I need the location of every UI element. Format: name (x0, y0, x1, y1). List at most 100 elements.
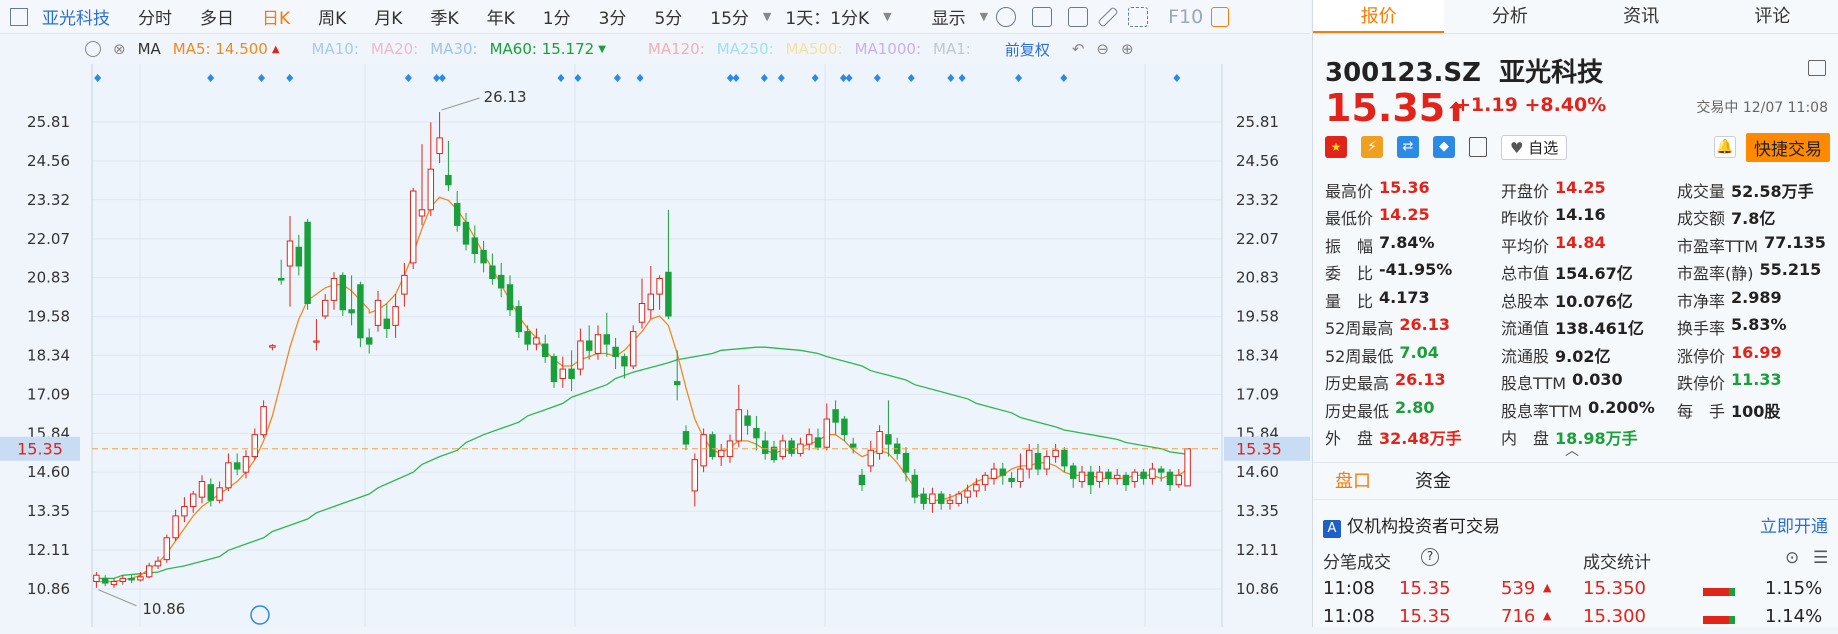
tab-quote[interactable]: 报价 (1313, 0, 1445, 33)
tab-analysis[interactable]: 分析 (1444, 0, 1575, 33)
quote-value: 14.84 (1555, 232, 1606, 252)
expand-icon[interactable]: ︿ (1565, 440, 1579, 460)
quote-label: 流通值 (1501, 319, 1550, 339)
down-arrow-icon: ▼ (598, 43, 606, 55)
open-link[interactable]: 立即开通 (1760, 512, 1828, 538)
quote-value: 2.989 (1731, 287, 1782, 307)
price-change: +1.19 +8.40% (1455, 94, 1606, 116)
quote-value: 14.25 (1555, 177, 1606, 197)
quote-cell: 总市值 154.67亿 (1501, 260, 1677, 284)
pencil-icon[interactable] (1097, 5, 1119, 28)
candle-body (471, 237, 479, 255)
quote-label: 总股本 (1501, 291, 1550, 311)
tab-daily-k[interactable]: 日K (262, 4, 290, 29)
shuffle-icon[interactable]: ⇄ (1397, 136, 1419, 158)
fullscreen-icon[interactable] (1128, 6, 1149, 27)
trade-price: 15.35 (1399, 606, 1451, 627)
undo-icon[interactable]: ↶ (1072, 40, 1085, 58)
bookmark-icon[interactable] (1469, 137, 1487, 157)
quote-value: 138.461亿 (1555, 319, 1644, 339)
china-flag-icon[interactable]: ★ (1325, 136, 1347, 158)
stat-percent: 1.15% (1765, 578, 1823, 599)
tab-5min[interactable]: 5分 (654, 4, 682, 29)
collapse-icon[interactable] (1808, 60, 1826, 76)
y-tick-label-left: 19.58 (27, 308, 70, 326)
bell-icon[interactable]: 🔔 (1714, 136, 1736, 158)
follow-button[interactable]: ♥ 自选 (1501, 134, 1568, 160)
tab-comments[interactable]: 评论 (1707, 0, 1838, 33)
quote-row: 52周最高 26.13 流通值 138.461亿 换手率 5.83% (1325, 314, 1830, 342)
candle-body (462, 221, 470, 245)
zoom-in-icon[interactable]: ⊕ (1121, 40, 1134, 58)
quick-trade-button[interactable]: 快捷交易 (1746, 132, 1830, 162)
y-tick-label-right: 17.09 (1236, 385, 1279, 403)
quote-cell: 跌停价 11.33 (1677, 370, 1830, 394)
quote-cell: 成交量 52.58万手 (1677, 178, 1830, 202)
tab-multiday[interactable]: 多日 (200, 4, 234, 29)
trade-time: 11:08 (1323, 578, 1375, 599)
period-select[interactable]: 1天：1分K (785, 4, 869, 29)
candle-body (1017, 468, 1024, 483)
chevron-down-icon[interactable]: ▼ (883, 10, 891, 23)
lightning-icon[interactable]: ⚡ (1361, 136, 1383, 158)
close-icon[interactable]: ⊗ (113, 40, 126, 58)
layout-icon[interactable] (10, 7, 28, 26)
candle-body (1087, 471, 1095, 486)
ma-label[interactable]: MA (138, 40, 161, 58)
camera-icon[interactable] (1068, 6, 1089, 27)
f10-button[interactable]: F10 (1168, 6, 1203, 28)
y-tick-label-right: 24.56 (1236, 152, 1279, 170)
tab-news[interactable]: 资讯 (1576, 0, 1707, 33)
chevron-down-icon[interactable]: ▼ (763, 10, 771, 23)
tab-funds[interactable]: 资金 (1393, 463, 1473, 499)
more-icon[interactable]: ⊙ (1785, 548, 1799, 568)
zoom-out-icon[interactable]: ⊖ (1096, 40, 1109, 58)
panel-toggle-icon[interactable] (1211, 6, 1230, 27)
display-menu[interactable]: 显示 (932, 4, 966, 29)
candle-body (453, 203, 461, 226)
y-tick-label-right: 14.60 (1236, 463, 1279, 481)
candle-body (1096, 471, 1103, 483)
candle-body (524, 331, 531, 345)
tab-3min[interactable]: 3分 (599, 4, 627, 29)
candle-body (735, 409, 743, 442)
kline-chart[interactable]: 25.81 25.81 24.56 24.56 23.32 23.32 22.07 22.07… (0, 64, 1310, 627)
stock-code: 300123.SZ (1325, 58, 1481, 88)
tab-1min[interactable]: 1分 (543, 4, 571, 29)
candle-body (568, 368, 575, 379)
tab-intraday[interactable]: 分时 (138, 4, 172, 29)
gear-icon[interactable] (85, 41, 101, 57)
quote-value: 7.84% (1379, 232, 1435, 252)
quote-cell: 涨停价 16.99 (1677, 343, 1830, 367)
kline-svg[interactable]: 25.81 25.81 24.56 24.56 23.32 23.32 22.07 22.07… (0, 64, 1310, 627)
trade-row: 11:08 15.35 716 ▲ 15.300 1.14% (1323, 606, 1823, 634)
adjust-select[interactable]: 前复权 (1005, 39, 1050, 60)
quote-label: 股息率TTM (1501, 401, 1583, 421)
stock-name-link[interactable]: 亚光科技 (42, 4, 110, 29)
ticks-title: 分笔成交 (1323, 553, 1391, 573)
tab-orderbook[interactable]: 盘口 (1313, 463, 1393, 499)
candle-body (181, 506, 188, 517)
candle-body (559, 368, 567, 379)
y-tick-label-left: 12.11 (27, 541, 70, 559)
stat-price: 15.300 (1583, 606, 1646, 627)
tag-icon[interactable]: ◆ (1433, 136, 1455, 158)
candle-body (154, 560, 162, 567)
tab-yearly-k[interactable]: 年K (487, 4, 515, 29)
tab-quarterly-k[interactable]: 季K (430, 4, 458, 29)
quote-row: 历史最高 26.13 股息TTM 0.030 跌停价 11.33 (1325, 369, 1830, 397)
chevron-down-icon[interactable]: ▼ (980, 10, 988, 23)
tab-monthly-k[interactable]: 月K (374, 4, 402, 29)
quote-label: 每 手 (1677, 401, 1726, 421)
box-select-icon[interactable] (1032, 6, 1053, 27)
quote-label: 涨停价 (1677, 346, 1726, 366)
candle-body (198, 481, 206, 498)
ma20-label: MA20: (370, 40, 419, 58)
quote-row: 量 比 4.173 总股本 10.076亿 市净率 2.989 (1325, 286, 1830, 314)
help-icon[interactable]: ? (1421, 548, 1439, 566)
tab-weekly-k[interactable]: 周K (318, 4, 346, 29)
list-icon[interactable]: ☰ (1813, 548, 1828, 568)
gear-icon[interactable] (996, 6, 1017, 27)
candle-body (1025, 449, 1033, 470)
tab-15min[interactable]: 15分 (710, 4, 749, 29)
